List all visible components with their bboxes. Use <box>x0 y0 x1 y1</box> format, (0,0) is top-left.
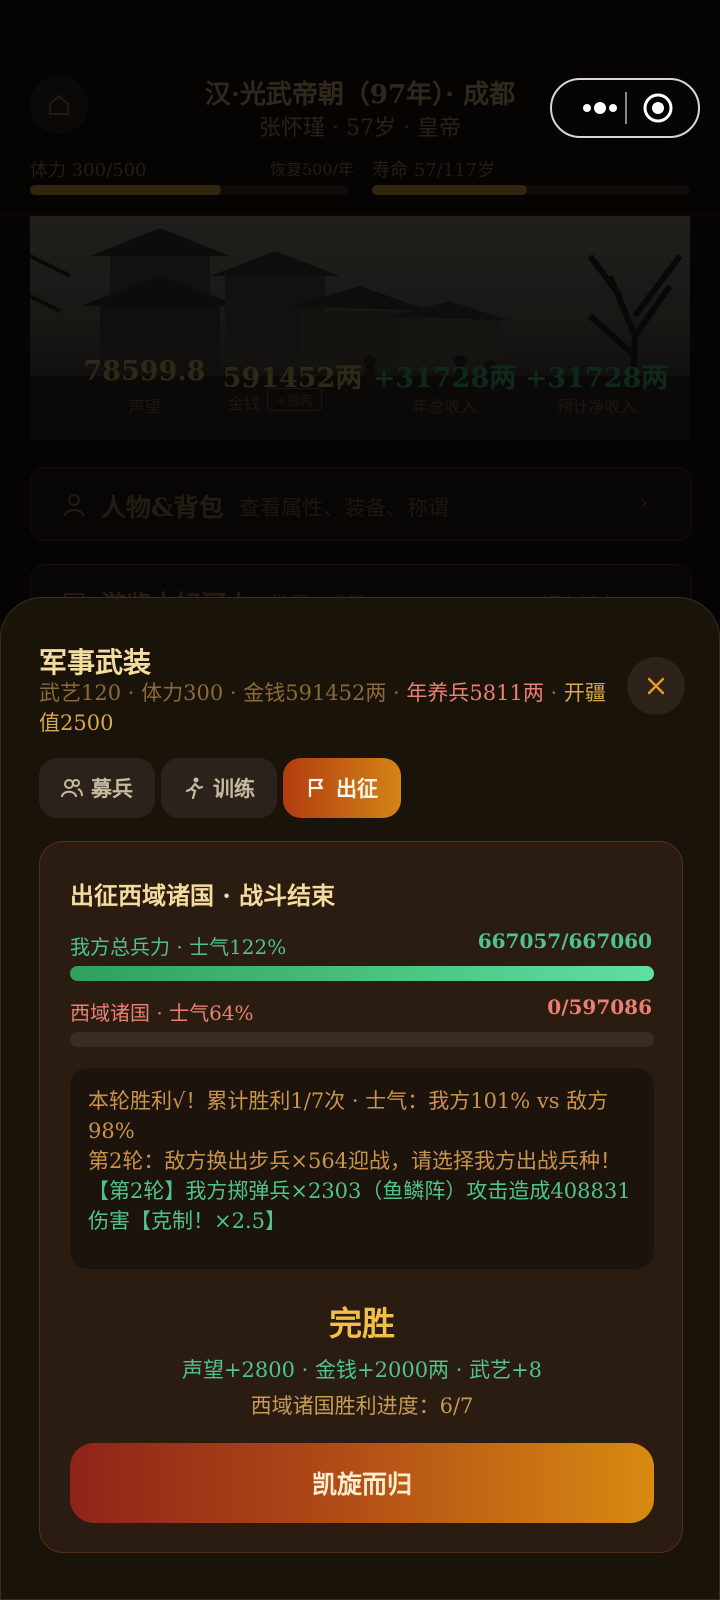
annual-income-label: 年总收入 <box>412 397 477 416</box>
money-label: 金钱 <box>228 394 261 413</box>
battle-result-card: 出征西域诸国 · 战斗结束 我方总兵力 · 士气122% 667057/6670… <box>39 841 683 1553</box>
our-forces-bar-fill <box>70 966 654 981</box>
enemy-forces-bar <box>70 1032 654 1047</box>
chevron-right-icon: › <box>639 488 649 516</box>
menu-card-character[interactable]: 人物&背包 查看属性、装备、称谓 › <box>30 467 692 541</box>
sheet-subtitle-upkeep: 年养兵5811两 <box>406 681 544 705</box>
net-income-value: +31728两 <box>524 363 669 394</box>
lifespan-bar <box>372 185 690 195</box>
sheet-title: 军事武装 <box>39 646 152 679</box>
sheet-subtitle-sep: · <box>543 681 564 705</box>
return-triumphant-button[interactable]: 凯旋而归 <box>70 1443 654 1523</box>
stamina-bar-fill <box>30 185 221 195</box>
recruit-icon <box>61 779 83 798</box>
miniprogram-capsule <box>550 78 700 138</box>
flag-icon <box>308 778 324 797</box>
net-income-label: 预计净收入 <box>556 397 637 416</box>
header-divider <box>0 214 720 215</box>
city-scene-image: 78599.8 声望 591452两 金钱 +银两 +31728两 年总收入 +… <box>30 216 690 441</box>
person-icon <box>64 494 84 517</box>
battle-log-line: 第2轮：敌方换出步兵×564迎战，请选择我方出战兵种！ <box>88 1149 622 1173</box>
battle-log-line: 【第2轮】我方掷弹兵×2303（鱼鳞阵）攻击造成408831伤害【克制！×2.5… <box>88 1179 631 1233</box>
running-icon <box>185 777 204 799</box>
tab-recruit[interactable]: 募兵 <box>39 758 155 818</box>
close-icon <box>647 677 665 695</box>
stamina-recover: 恢复500/年 <box>270 160 354 179</box>
stamina-bar <box>30 185 348 195</box>
tab-recruit-label: 募兵 <box>91 776 133 801</box>
tab-expedition[interactable]: 出征 <box>283 758 401 818</box>
tab-train-label: 训练 <box>213 776 255 801</box>
lifespan-bar-fill <box>372 185 527 195</box>
reputation-value: 78599.8 <box>83 356 206 387</box>
military-sheet: 军事武装 武艺120 · 体力300 · 金钱591452两 · 年养兵5811… <box>0 597 720 1600</box>
reputation-label: 声望 <box>128 397 161 416</box>
battle-log-line: 本轮胜利√！累计胜利1/7次 · 士气：我方101% vs 敌方98% <box>88 1089 609 1143</box>
close-miniprogram-icon[interactable] <box>638 90 678 126</box>
campaign-progress: 西域诸国胜利进度：6/7 <box>250 1394 474 1418</box>
menu-title-character: 人物&背包 <box>101 493 224 522</box>
sheet-subtitle: 武艺120 · 体力300 · 金钱591452两 · 年养兵5811两 · 开… <box>39 678 619 738</box>
add-silver-button[interactable]: +银两 <box>267 388 322 411</box>
enemy-forces-label: 西域诸国 · 士气64% <box>70 1001 254 1025</box>
lifespan-label: 寿命 57/117岁 <box>372 160 496 181</box>
close-sheet-button[interactable] <box>627 657 685 715</box>
enemy-forces-value: 0/597086 <box>547 995 652 1019</box>
our-forces-value: 667057/667060 <box>477 929 652 953</box>
our-forces-label: 我方总兵力 · 士气122% <box>70 935 287 959</box>
our-forces-bar <box>70 966 654 981</box>
tab-train[interactable]: 训练 <box>161 758 277 818</box>
battle-title: 出征西域诸国 · 战斗结束 <box>70 881 336 910</box>
stamina-label: 体力 300/500 <box>30 160 147 181</box>
sheet-subtitle-stats: 武艺120 · 体力300 · 金钱591452两 · <box>39 681 407 705</box>
battle-log[interactable]: 本轮胜利√！累计胜利1/7次 · 士气：我方101% vs 敌方98% 第2轮：… <box>70 1068 654 1269</box>
tab-expedition-label: 出征 <box>336 776 378 801</box>
annual-income-value: +31728两 <box>372 363 517 394</box>
battle-outcome: 完胜 <box>329 1304 395 1343</box>
battle-rewards: 声望+2800 · 金钱+2000两 · 武艺+8 <box>181 1358 543 1382</box>
capsule-divider <box>625 92 627 124</box>
more-options-icon[interactable] <box>574 90 624 126</box>
menu-desc-character: 查看属性、装备、称谓 <box>239 496 449 520</box>
